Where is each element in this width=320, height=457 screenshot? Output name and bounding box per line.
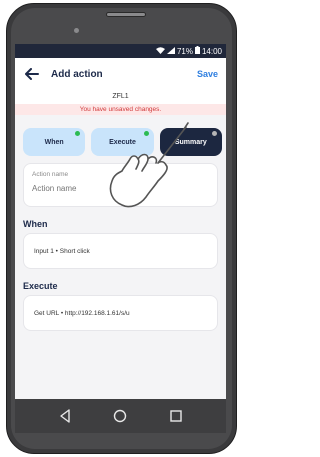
when-value: Input 1 • Short click	[34, 247, 90, 255]
battery-percent: 71%	[176, 46, 193, 56]
app-screen: 71% 14:00 Add action Save ZFL1 You have …	[15, 44, 226, 399]
status-dot-done	[143, 131, 149, 136]
status-dot-done	[75, 131, 81, 136]
step-tabs: When Execute Summary	[15, 115, 226, 162]
android-nav-bar	[15, 399, 226, 433]
back-arrow-icon[interactable]	[25, 67, 39, 81]
device-name: ZFL1	[15, 90, 226, 104]
speaker-grille	[106, 12, 146, 17]
when-section-title: When	[23, 219, 48, 229]
execute-value: Get URL • http://192.168.1.61/s/u	[34, 309, 130, 317]
app-bar: Add action Save	[15, 58, 226, 90]
front-camera	[74, 28, 79, 33]
tab-when[interactable]: When	[23, 128, 86, 156]
tab-label: Summary	[174, 138, 207, 146]
execute-row[interactable]: Get URL • http://192.168.1.61/s/u	[23, 295, 218, 331]
tab-execute[interactable]: Execute	[91, 128, 154, 156]
action-name-input[interactable]	[32, 184, 209, 193]
tab-label: Execute	[109, 138, 136, 146]
tab-summary[interactable]: Summary	[159, 128, 222, 156]
battery-icon	[194, 46, 200, 56]
page-title: Add action	[51, 68, 103, 80]
wifi-icon	[155, 46, 165, 56]
execute-section-title: Execute	[23, 281, 58, 291]
action-name-label: Action name	[32, 171, 69, 178]
home-circle-icon[interactable]	[111, 407, 129, 425]
tab-label: When	[44, 138, 64, 146]
save-button[interactable]: Save	[197, 69, 218, 79]
when-row[interactable]: Input 1 • Short click	[23, 233, 218, 269]
recents-square-icon[interactable]	[167, 407, 185, 425]
unsaved-changes-banner: You have unsaved changes.	[15, 104, 226, 115]
clock-time: 14:00	[201, 46, 222, 56]
status-bar: 71% 14:00	[15, 44, 226, 58]
status-dot-pending	[211, 131, 217, 136]
cell-signal-icon	[166, 46, 175, 56]
action-name-card: Action name	[23, 163, 218, 207]
back-triangle-icon[interactable]	[56, 407, 74, 425]
